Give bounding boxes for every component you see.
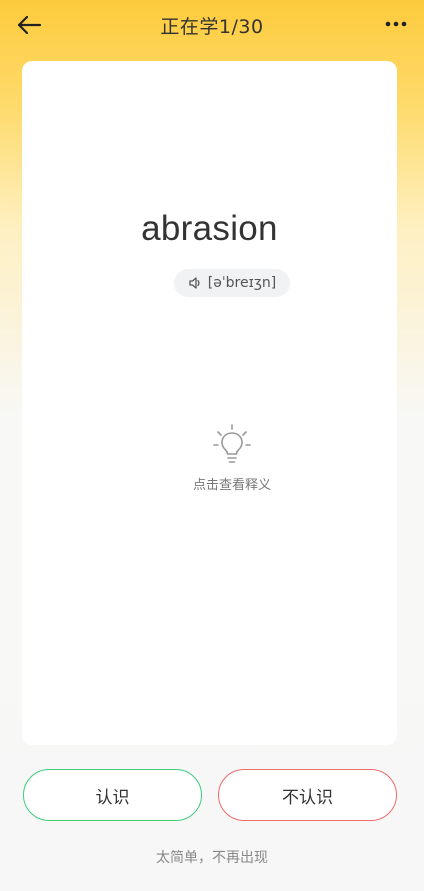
- more-horizontal-icon: [385, 21, 407, 27]
- pronunciation-button[interactable]: [əˈbreɪʒn]: [174, 269, 290, 297]
- page-title: 正在学1/30: [160, 16, 264, 38]
- phonetic-text: [əˈbreɪʒn]: [207, 275, 277, 291]
- top-bar: 正在学1/30: [0, 0, 424, 52]
- more-button[interactable]: [382, 12, 410, 36]
- word-card: abrasion [əˈbreɪʒn] 点击查看释义: [22, 61, 397, 745]
- know-button[interactable]: 认识: [23, 769, 202, 821]
- lightbulb-icon: [213, 424, 251, 463]
- too-easy-link[interactable]: 太简单，不再出现: [0, 847, 424, 867]
- show-definition-area[interactable]: 点击查看释义: [152, 421, 312, 501]
- show-definition-hint: 点击查看释义: [192, 478, 271, 493]
- speaker-icon: [189, 277, 200, 289]
- word-text: abrasion: [141, 209, 278, 248]
- dont-know-button[interactable]: 不认识: [218, 769, 397, 821]
